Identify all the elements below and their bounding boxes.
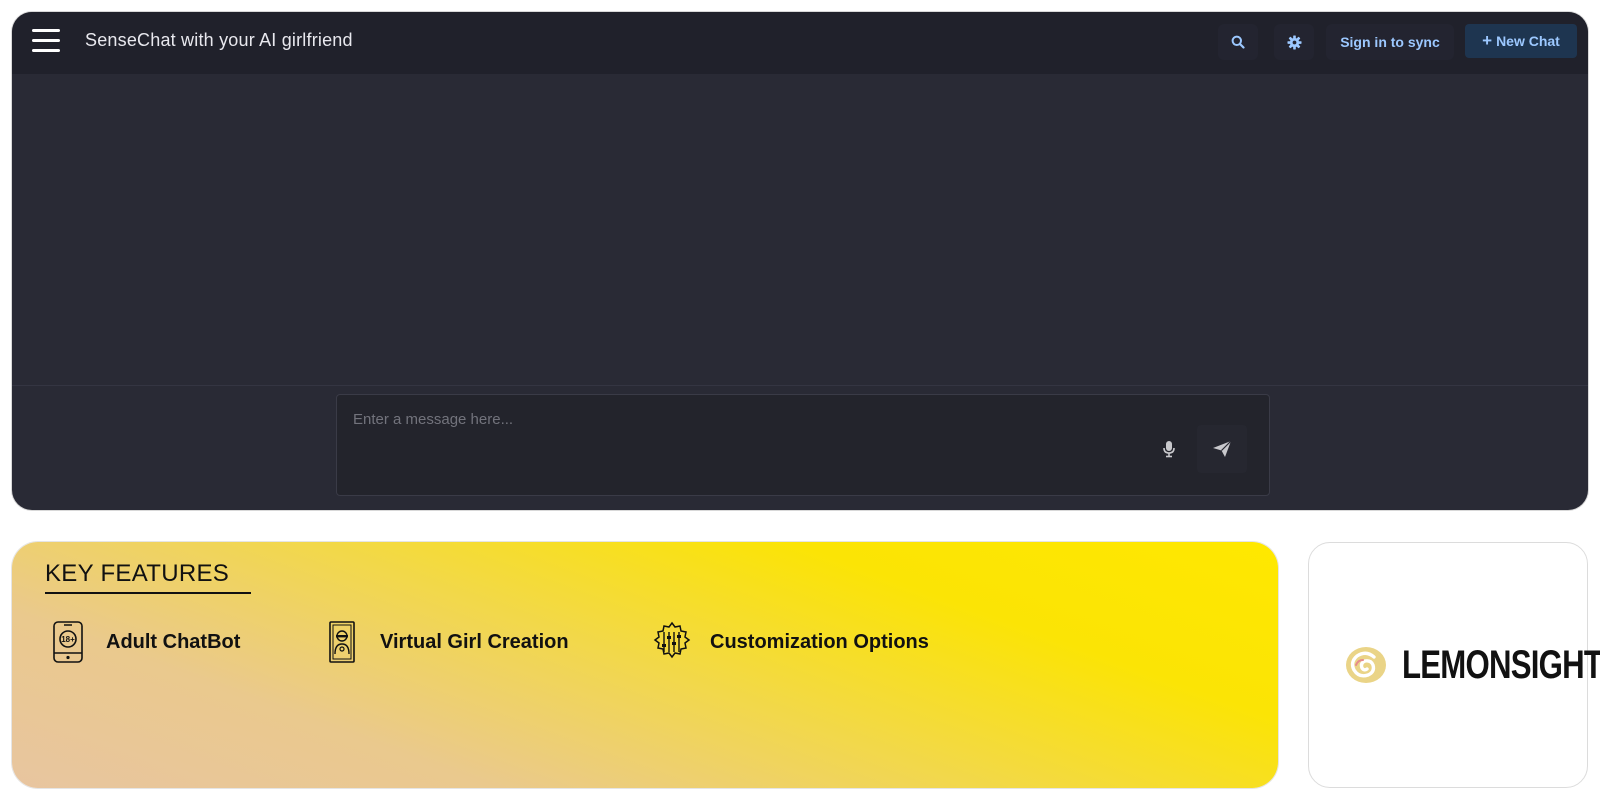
send-button[interactable]	[1197, 425, 1247, 473]
feature-label: Customization Options	[710, 630, 929, 653]
plus-icon: +	[1482, 31, 1493, 50]
message-composer	[336, 394, 1270, 496]
message-input[interactable]	[337, 395, 1269, 495]
gear-icon	[1286, 34, 1302, 50]
feature-adult-chatbot: 18+ Adult ChatBot	[44, 619, 240, 665]
svg-text:18+: 18+	[61, 635, 75, 644]
new-chat-label: New Chat	[1496, 33, 1560, 49]
search-icon	[1231, 35, 1245, 49]
feature-label: Adult ChatBot	[106, 630, 241, 653]
top-bar: SenseChat with your AI girlfriend Sign i…	[12, 12, 1588, 74]
composer-divider	[12, 385, 1588, 386]
girl-portrait-icon	[318, 619, 366, 665]
sponsor-brand-name: LEMONSIGHT	[1402, 642, 1600, 687]
title-underline	[45, 592, 251, 594]
sliders-gear-icon	[648, 619, 696, 665]
new-chat-button[interactable]: + New Chat	[1465, 24, 1577, 58]
chat-window: SenseChat with your AI girlfriend Sign i…	[12, 12, 1588, 510]
sign-in-to-sync-button[interactable]: Sign in to sync	[1326, 24, 1454, 60]
settings-button[interactable]	[1274, 24, 1314, 60]
microphone-icon	[1163, 441, 1175, 458]
feature-label: Virtual Girl Creation	[380, 630, 569, 653]
send-icon	[1213, 440, 1232, 457]
feature-virtual-girl-creation: Virtual Girl Creation	[318, 619, 569, 665]
feature-customization-options: Customization Options	[648, 619, 929, 665]
key-features-panel: KEY FEATURES 18+ Adult ChatBot Virtual G…	[12, 542, 1278, 788]
lemon-spiral-logo-icon	[1346, 647, 1386, 683]
hamburger-menu-icon[interactable]	[32, 29, 62, 55]
app-title: SenseChat with your AI girlfriend	[85, 30, 353, 50]
lemonsight-sponsor-card[interactable]: LEMONSIGHT	[1308, 542, 1600, 788]
message-area	[12, 74, 1588, 386]
key-features-title: KEY FEATURES	[45, 560, 230, 587]
search-button[interactable]	[1218, 24, 1258, 60]
microphone-button[interactable]	[1151, 431, 1187, 467]
18-plus-phone-icon: 18+	[44, 619, 92, 665]
